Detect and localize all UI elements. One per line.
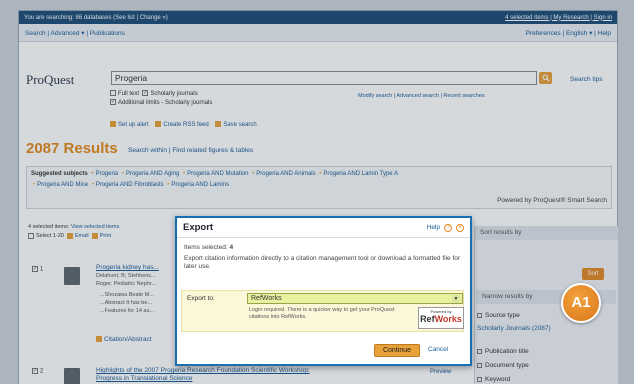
login-note: Login required. There is a quicker way t… <box>249 307 395 320</box>
dialog-description: Export citation information directly to … <box>184 255 461 270</box>
cancel-link[interactable]: Cancel <box>428 346 448 353</box>
dialog-header: Export Help ? × <box>177 218 470 238</box>
export-dialog: Export Help ? × Items selected: 4 Export… <box>175 216 472 366</box>
dialog-title: Export <box>183 222 214 233</box>
items-selected-count: 4 <box>229 244 234 251</box>
export-to-label: Export to: <box>187 295 215 302</box>
dialog-body: Items selected: 4 Export citation inform… <box>177 238 470 277</box>
export-options-box: Export to: RefWorks ▼ Login required. The… <box>181 290 464 332</box>
help-icon[interactable]: ? <box>444 223 452 232</box>
close-icon[interactable]: × <box>456 223 464 232</box>
a1-badge: A1 <box>561 283 601 323</box>
help-link[interactable]: Help <box>427 224 440 231</box>
export-select[interactable]: RefWorks ▼ <box>247 293 463 304</box>
continue-button[interactable]: Continue <box>374 344 420 357</box>
dialog-help: Help ? × <box>427 223 464 232</box>
items-selected-label: Items selected: <box>184 244 228 251</box>
chevron-down-icon: ▼ <box>452 295 460 303</box>
refworks-badge: Powered by RefWorks <box>418 307 464 329</box>
